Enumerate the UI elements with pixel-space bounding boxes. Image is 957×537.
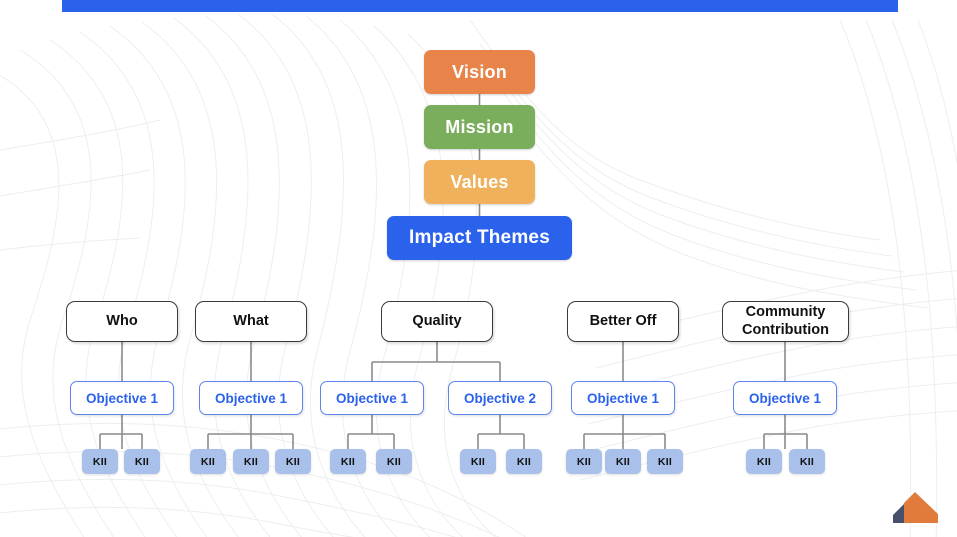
node-kii-label: KII	[615, 455, 631, 468]
node-kii-label: KII	[340, 455, 356, 468]
node-objective-what-1[interactable]: Objective 1	[199, 381, 303, 415]
node-values[interactable]: Values	[424, 160, 535, 204]
node-objective-quality-2[interactable]: Objective 2	[448, 381, 552, 415]
node-objective-better-off-1[interactable]: Objective 1	[571, 381, 675, 415]
node-vision[interactable]: Vision	[424, 50, 535, 94]
node-objective-quality-2-label: Objective 2	[463, 390, 537, 406]
node-theme-who-label: Who	[106, 312, 138, 329]
node-theme-what[interactable]: What	[195, 301, 307, 342]
node-mission[interactable]: Mission	[424, 105, 535, 149]
node-kii-label: KII	[243, 455, 259, 468]
node-objective-community-1[interactable]: Objective 1	[733, 381, 837, 415]
node-kii[interactable]: KII	[275, 449, 311, 474]
node-kii-label: KII	[576, 455, 592, 468]
node-kii[interactable]: KII	[789, 449, 825, 474]
node-kii-label: KII	[516, 455, 532, 468]
node-theme-community-contribution[interactable]: Community Contribution	[722, 301, 849, 342]
node-kii[interactable]: KII	[190, 449, 226, 474]
node-values-label: Values	[450, 171, 509, 192]
node-kii[interactable]: KII	[566, 449, 602, 474]
node-theme-better-off-label: Better Off	[589, 312, 657, 329]
node-theme-quality[interactable]: Quality	[381, 301, 493, 342]
node-theme-quality-label: Quality	[412, 312, 462, 329]
node-impact-themes[interactable]: Impact Themes	[387, 216, 572, 260]
node-objective-what-1-label: Objective 1	[214, 390, 288, 406]
node-kii-label: KII	[200, 455, 216, 468]
node-kii[interactable]: KII	[233, 449, 269, 474]
node-theme-community-line2: Contribution	[742, 321, 829, 338]
node-kii[interactable]: KII	[330, 449, 366, 474]
node-kii-label: KII	[657, 455, 673, 468]
node-vision-label: Vision	[452, 61, 507, 82]
node-kii[interactable]: KII	[124, 449, 160, 474]
node-kii-label: KII	[756, 455, 772, 468]
node-theme-who[interactable]: Who	[66, 301, 178, 342]
node-impact-themes-label: Impact Themes	[409, 227, 550, 248]
node-kii[interactable]: KII	[605, 449, 641, 474]
node-kii[interactable]: KII	[460, 449, 496, 474]
node-kii-label: KII	[134, 455, 150, 468]
node-objective-better-off-1-label: Objective 1	[586, 390, 660, 406]
node-kii-label: KII	[386, 455, 402, 468]
node-objective-quality-1-label: Objective 1	[335, 390, 409, 406]
node-mission-label: Mission	[445, 116, 514, 137]
node-theme-better-off[interactable]: Better Off	[567, 301, 679, 342]
node-objective-who-1[interactable]: Objective 1	[70, 381, 174, 415]
node-kii-label: KII	[92, 455, 108, 468]
node-kii[interactable]: KII	[82, 449, 118, 474]
node-kii[interactable]: KII	[376, 449, 412, 474]
node-objective-quality-1[interactable]: Objective 1	[320, 381, 424, 415]
node-objective-community-1-label: Objective 1	[748, 390, 822, 406]
top-accent-bar	[62, 0, 898, 12]
node-kii[interactable]: KII	[647, 449, 683, 474]
node-objective-who-1-label: Objective 1	[85, 390, 159, 406]
node-theme-what-label: What	[233, 312, 269, 329]
node-theme-community-line1: Community	[745, 304, 826, 321]
impact-themes-diagram: Vision Mission Values Impact Themes Who …	[0, 0, 957, 537]
node-kii-label: KII	[470, 455, 486, 468]
company-logo-icon	[893, 492, 938, 523]
node-kii-label: KII	[799, 455, 815, 468]
node-kii[interactable]: KII	[506, 449, 542, 474]
node-kii[interactable]: KII	[746, 449, 782, 474]
node-kii-label: KII	[285, 455, 301, 468]
